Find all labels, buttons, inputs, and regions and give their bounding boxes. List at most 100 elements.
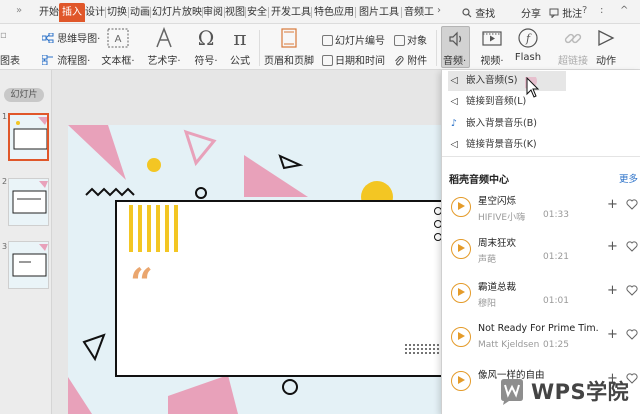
search-icon — [462, 8, 472, 18]
collapse-ribbon-icon[interactable]: ^ — [620, 5, 628, 16]
flash-icon: f — [518, 28, 538, 48]
tab-view[interactable]: 视图 — [225, 3, 245, 22]
object-icon — [394, 35, 405, 46]
pi-icon: π — [233, 26, 246, 50]
thumb-3-preview — [9, 242, 48, 288]
datetime-label: 日期和时间 — [335, 56, 385, 67]
flowchart-button[interactable]: 流程图· — [41, 52, 90, 67]
tab-animation[interactable]: 动画 — [130, 3, 150, 22]
hyperlink-button[interactable]: 超链接 — [556, 26, 590, 67]
ribbon-options-icon[interactable]: : — [600, 5, 603, 16]
mouse-cursor-icon — [525, 77, 540, 98]
search-box[interactable]: 查找 — [462, 5, 495, 20]
menu-item-embed-audio[interactable]: ◁ 嵌入音频(S) — [448, 71, 566, 91]
slide-thumbnail-1[interactable] — [8, 113, 49, 161]
title-frame[interactable] — [115, 200, 442, 377]
tabs-more-button[interactable]: » — [16, 5, 22, 16]
mindmap-button[interactable]: 思维导图· — [41, 30, 100, 45]
play-icon[interactable] — [451, 239, 471, 259]
heart-icon[interactable] — [626, 285, 638, 296]
tab-review[interactable]: 审阅 — [203, 3, 223, 22]
ribbon-toolbar: ▫ 图表 思维导图· 流程图· A 文本框· 艺术字· Ω 符号· π 公式 页… — [0, 24, 640, 70]
comment-button[interactable]: 批注 — [549, 5, 582, 20]
menu-item-label: 链接背景音乐(K) — [466, 139, 537, 150]
audio-button[interactable]: 音频· — [441, 26, 470, 68]
tab-features[interactable]: 特色应用 — [314, 3, 354, 22]
action-button[interactable]: 动作 — [593, 26, 619, 67]
paperclip-icon — [395, 56, 404, 66]
audio-track-item[interactable]: Not Ready For Prime Tim. Matt Kjeldsen 0… — [442, 319, 640, 357]
slide-number-button[interactable]: 幻灯片编号 — [322, 32, 385, 47]
slide-canvas[interactable]: “ — [68, 125, 442, 414]
textbox-icon: A — [107, 28, 129, 48]
share-button[interactable]: 分享 — [521, 5, 541, 20]
symbol-button[interactable]: Ω 符号· — [190, 26, 222, 67]
tabs-overflow-button[interactable]: › — [437, 5, 441, 16]
track-artist: 穆阳 — [478, 299, 497, 309]
tab-security[interactable]: 安全 — [247, 3, 267, 22]
tab-audio-tools[interactable]: 音频工 — [404, 3, 434, 22]
svg-text:π: π — [233, 26, 246, 50]
menu-item-link-bg-music[interactable]: ◁ 链接背景音乐(K) — [448, 135, 566, 155]
tab-slideshow[interactable]: 幻灯片放映 — [152, 3, 202, 22]
action-label: 动作 — [596, 56, 616, 67]
tab-picture-tools[interactable]: 图片工具 — [359, 3, 399, 22]
heart-icon[interactable] — [626, 199, 638, 210]
add-track-icon[interactable]: + — [607, 283, 618, 298]
more-audio-link[interactable]: 更多 — [619, 171, 638, 185]
menu-item-label: 嵌入背景音乐(B) — [466, 118, 537, 129]
pink-triangle — [68, 125, 126, 180]
object-label: 对象 — [407, 36, 427, 47]
slides-pane-tab[interactable]: 幻灯片 — [4, 88, 44, 102]
heart-icon[interactable] — [626, 241, 638, 252]
datetime-button[interactable]: 日期和时间 — [322, 52, 385, 67]
slide-thumbnail-2[interactable] — [8, 178, 49, 226]
audio-track-item[interactable]: 周末狂欢 声葩 01:21 + — [442, 231, 640, 269]
menu-item-embed-bg-music[interactable]: ♪ 嵌入背景音乐(B) — [448, 114, 566, 134]
attachment-button[interactable]: 附件 — [394, 52, 427, 67]
thumb-number: 3 — [2, 242, 8, 251]
play-icon[interactable] — [451, 197, 471, 217]
header-footer-button[interactable]: 页眉和页脚 — [262, 26, 316, 67]
tab-design[interactable]: 设计 — [85, 3, 105, 22]
slide-number-icon — [322, 35, 333, 46]
add-track-icon[interactable]: + — [607, 197, 618, 212]
ribbon-partial-icon[interactable]: ▫ — [0, 30, 7, 41]
mindmap-icon — [41, 32, 54, 44]
add-track-icon[interactable]: + — [607, 327, 618, 342]
menu-item-link-audio[interactable]: ◁ 链接到音频(L) — [448, 92, 566, 112]
tab-developer[interactable]: 开发工具 — [271, 3, 311, 22]
audio-track-item[interactable]: 星空闪烁 HIFIVE小嗨 01:33 + — [442, 189, 640, 227]
wordart-icon — [156, 26, 172, 48]
calendar-icon — [322, 55, 333, 66]
tab-home[interactable]: 开始 — [39, 3, 59, 22]
play-icon[interactable] — [451, 327, 471, 347]
video-button[interactable]: 视频· — [476, 26, 508, 67]
play-arrow-icon — [598, 29, 615, 47]
attachment-label: 附件 — [407, 56, 428, 67]
track-duration: 01:01 — [543, 296, 569, 306]
search-label: 查找 — [475, 9, 496, 20]
wordart-button[interactable]: 艺术字· — [144, 26, 184, 67]
tab-insert[interactable]: 插入 — [59, 3, 85, 22]
add-track-icon[interactable]: + — [607, 239, 618, 254]
audio-track-item[interactable]: 霸道总裁 穆阳 01:01 + — [442, 275, 640, 313]
track-duration: 01:25 — [543, 340, 569, 350]
help-icon[interactable]: ? — [582, 5, 587, 16]
tab-transition[interactable]: 切换 — [107, 3, 127, 22]
formula-button[interactable]: π 公式 — [225, 26, 255, 67]
pink-triangle — [168, 375, 238, 414]
play-icon[interactable] — [451, 283, 471, 303]
chart-button-partial[interactable]: 图表 — [0, 52, 20, 67]
object-button[interactable]: 对象 — [394, 32, 427, 47]
link-icon — [564, 33, 582, 44]
thumb-number: 2 — [2, 177, 8, 186]
black-circle — [282, 379, 298, 395]
slide-thumbnail-3[interactable] — [8, 241, 49, 289]
flash-button[interactable]: f Flash — [512, 26, 544, 63]
video-icon — [482, 31, 502, 46]
heart-icon[interactable] — [626, 329, 638, 340]
track-name: 星空闪烁 — [478, 196, 517, 207]
textbox-button[interactable]: A 文本框· — [98, 26, 138, 67]
play-icon[interactable] — [451, 371, 471, 391]
